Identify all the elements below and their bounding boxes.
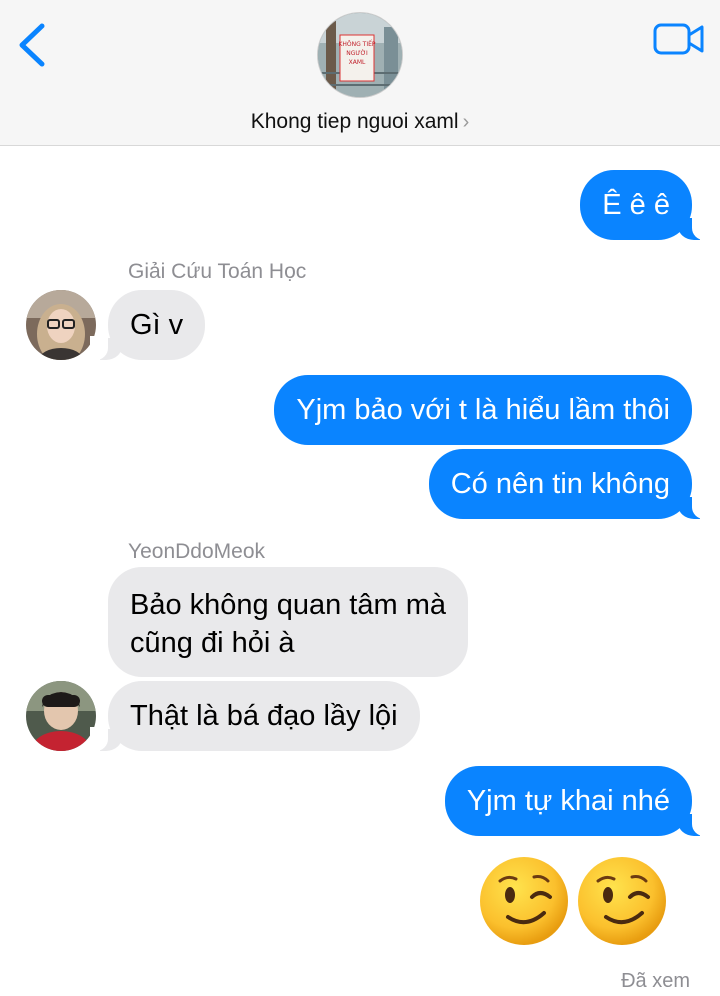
winking-face-emoji[interactable] [576, 855, 668, 947]
message-text: Có nên tin không [450, 468, 670, 500]
outgoing-message[interactable]: Yjm bảo với t là hiểu lầm thôi [274, 375, 692, 445]
sender-avatar[interactable] [26, 290, 96, 360]
incoming-message[interactable]: Thật là bá đạo lầy lội [90, 681, 420, 751]
winking-face-emoji[interactable] [478, 855, 570, 947]
message-text: Ê ê ê [602, 189, 670, 221]
outgoing-message[interactable]: Ê ê ê [580, 170, 710, 240]
chevron-right-icon: › [462, 111, 470, 133]
avatar-photo [26, 681, 96, 751]
message-text: Yjm tự khai nhé [466, 785, 670, 817]
outgoing-message[interactable]: Yjm tự khai nhé [444, 766, 711, 836]
winking-face-icon [578, 857, 666, 945]
conversation-title[interactable]: Khong tiep nguoi xaml › [0, 110, 720, 134]
back-button[interactable] [12, 20, 52, 70]
conversation-header: KHÔNG TIẾP NGƯỜI XAML Khong tiep nguoi x… [0, 0, 720, 146]
sender-avatar[interactable] [26, 681, 96, 751]
outgoing-message[interactable]: Có nên tin không [428, 449, 711, 519]
chevron-left-icon [19, 23, 45, 67]
video-call-button[interactable] [652, 20, 706, 58]
message-text: Gì v [130, 309, 184, 341]
video-camera-icon [653, 23, 704, 55]
winking-face-icon [480, 857, 568, 945]
read-receipt: Đã xem [621, 970, 690, 992]
group-avatar-photo: KHÔNG TIẾP NGƯỜI XAML [318, 13, 402, 97]
message-text: Thật là bá đạo lầy lội [130, 700, 398, 732]
svg-text:KHÔNG TIẾP: KHÔNG TIẾP [338, 40, 375, 48]
message-text-line: cũng đi hỏi à [130, 627, 295, 659]
group-avatar[interactable]: KHÔNG TIẾP NGƯỜI XAML [317, 12, 403, 98]
sender-name: Giải Cứu Toán Học [128, 260, 307, 283]
svg-text:NGƯỜI: NGƯỜI [346, 50, 368, 57]
svg-text:XAML: XAML [349, 59, 366, 66]
sender-name: YeonDdoMeok [128, 540, 265, 563]
message-text-line: Bảo không quan tâm mà [130, 589, 446, 621]
avatar-photo [26, 290, 96, 360]
incoming-message[interactable]: Gì v [89, 290, 206, 360]
message-text: Bảo không quan tâm mà cũng đi hỏi à [130, 586, 446, 662]
incoming-message[interactable]: Bảo không quan tâm mà cũng đi hỏi à [108, 567, 468, 677]
conversation-title-label: Khong tiep nguoi xaml [250, 110, 459, 133]
message-text: Yjm bảo với t là hiểu lầm thôi [296, 394, 670, 426]
